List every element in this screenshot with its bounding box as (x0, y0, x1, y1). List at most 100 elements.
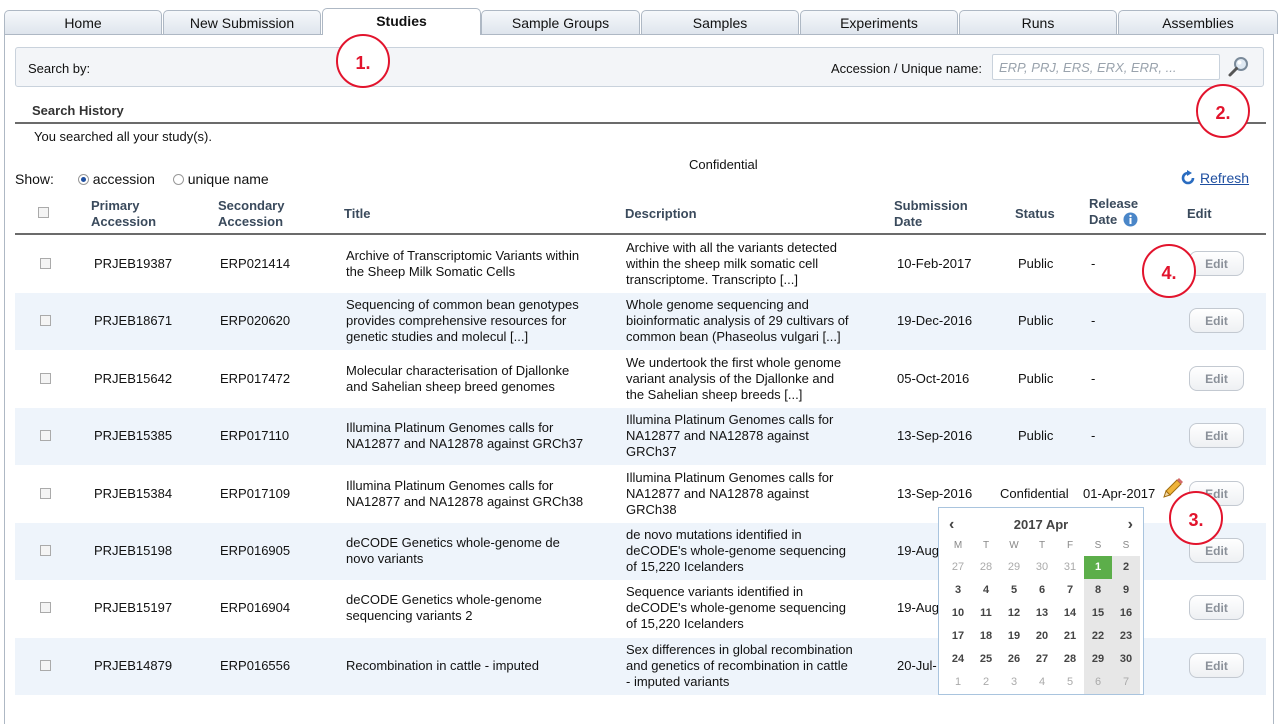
radio-unique-name-label: unique name (187, 171, 269, 187)
row-checkbox[interactable] (40, 660, 51, 671)
col-secondary-accession[interactable]: Secondary Accession (218, 198, 284, 230)
tab-experiments[interactable]: Experiments (800, 10, 958, 34)
calendar-day[interactable]: 30 (1112, 648, 1140, 671)
confidential-label: Confidential (689, 157, 758, 172)
search-history-text: You searched all your study(s). (34, 129, 213, 144)
annotation-2: 2. (1196, 84, 1250, 138)
col-title[interactable]: Title (344, 206, 371, 222)
release-date[interactable]: 01-Apr-2017 (1083, 486, 1155, 502)
calendar-weekday: W (1009, 540, 1019, 551)
submission-date: 20-Jul- (897, 658, 937, 673)
calendar-day[interactable]: 27 (944, 556, 972, 579)
row-checkbox[interactable] (40, 258, 51, 269)
col-description[interactable]: Description (625, 206, 697, 222)
row-checkbox[interactable] (40, 602, 51, 613)
status-value: Public (1018, 371, 1054, 386)
calendar-day[interactable]: 9 (1112, 579, 1140, 602)
calendar-day[interactable]: 17 (944, 625, 972, 648)
calendar-day[interactable]: 5 (1000, 579, 1028, 602)
calendar-day[interactable]: 27 (1028, 648, 1056, 671)
edit-button[interactable]: Edit (1189, 308, 1244, 333)
calendar-day[interactable]: 13 (1028, 602, 1056, 625)
calendar-day[interactable]: 19 (1000, 625, 1028, 648)
submission-date: 19-Aug (897, 600, 939, 615)
calendar-day[interactable]: 1 (1084, 556, 1112, 579)
calendar-day[interactable]: 28 (1056, 648, 1084, 671)
primary-accession: PRJEB14879 (94, 658, 173, 673)
col-status[interactable]: Status (1015, 206, 1055, 222)
calendar-day[interactable]: 18 (972, 625, 1000, 648)
edit-button[interactable]: Edit (1189, 251, 1244, 276)
calendar-day[interactable]: 7 (1056, 579, 1084, 602)
calendar-day[interactable]: 11 (972, 602, 1000, 625)
calendar-day[interactable]: 10 (944, 602, 972, 625)
calendar-day[interactable]: 29 (1084, 648, 1112, 671)
primary-accession: PRJEB15198 (94, 543, 173, 558)
calendar-day[interactable]: 29 (1000, 556, 1028, 579)
tab-assemblies[interactable]: Assemblies (1118, 10, 1278, 34)
row-checkbox[interactable] (40, 315, 51, 326)
radio-unique-name[interactable] (172, 173, 184, 185)
tab-new-submission[interactable]: New Submission (163, 10, 321, 34)
edit-button[interactable]: Edit (1189, 423, 1244, 448)
calendar-next-button[interactable]: › (1128, 516, 1133, 534)
calendar-day[interactable]: 3 (1000, 671, 1028, 694)
row-checkbox[interactable] (40, 545, 51, 556)
calendar-day[interactable]: 12 (1000, 602, 1028, 625)
select-all-checkbox[interactable] (38, 207, 49, 218)
calendar-day[interactable]: 3 (944, 579, 972, 602)
calendar-day[interactable]: 20 (1028, 625, 1056, 648)
calendar-day[interactable]: 15 (1084, 602, 1112, 625)
calendar-day[interactable]: 23 (1112, 625, 1140, 648)
submission-date: 19-Aug (897, 543, 939, 558)
edit-button[interactable]: Edit (1189, 595, 1244, 620)
calendar-day[interactable]: 14 (1056, 602, 1084, 625)
col-release-date[interactable]: Release Date (1089, 196, 1138, 228)
tab-home[interactable]: Home (4, 10, 162, 34)
calendar-day[interactable]: 7 (1112, 671, 1140, 694)
radio-accession[interactable] (77, 173, 89, 185)
calendar-day[interactable]: 5 (1056, 671, 1084, 694)
edit-button[interactable]: Edit (1189, 366, 1244, 391)
edit-button[interactable]: Edit (1189, 653, 1244, 678)
secondary-accession: ERP017109 (220, 486, 291, 501)
show-label: Show: (15, 171, 54, 187)
calendar-day[interactable]: 28 (972, 556, 1000, 579)
info-icon[interactable] (1123, 212, 1138, 227)
row-checkbox[interactable] (40, 430, 51, 441)
calendar-day[interactable]: 22 (1084, 625, 1112, 648)
search-input[interactable] (992, 54, 1220, 80)
calendar-day[interactable]: 24 (944, 648, 972, 671)
calendar-day[interactable]: 1 (944, 671, 972, 694)
tab-samples[interactable]: Samples (641, 10, 799, 34)
row-checkbox[interactable] (40, 373, 51, 384)
study-description: Sex differences in global recombination a… (626, 642, 853, 689)
calendar-day[interactable]: 16 (1112, 602, 1140, 625)
status-value: Confidential (1000, 486, 1069, 501)
submission-date: 05-Oct-2016 (897, 371, 970, 386)
calendar-day[interactable]: 2 (1112, 556, 1140, 579)
col-submission-date[interactable]: Submission Date (894, 198, 968, 230)
calendar-day[interactable]: 21 (1056, 625, 1084, 648)
tab-sample-groups[interactable]: Sample Groups (481, 10, 640, 34)
magnifier-icon[interactable] (1227, 55, 1251, 79)
calendar-weekday: M (953, 540, 963, 551)
search-history-title: Search History (32, 103, 124, 118)
tab-studies[interactable]: Studies (322, 8, 481, 35)
calendar-day[interactable]: 30 (1028, 556, 1056, 579)
calendar-day[interactable]: 6 (1028, 579, 1056, 602)
row-checkbox[interactable] (40, 488, 51, 499)
primary-accession: PRJEB15197 (94, 600, 173, 615)
calendar-day[interactable]: 26 (1000, 648, 1028, 671)
calendar-day[interactable]: 2 (972, 671, 1000, 694)
tab-runs[interactable]: Runs (959, 10, 1117, 34)
calendar-day[interactable]: 4 (972, 579, 1000, 602)
calendar-day[interactable]: 4 (1028, 671, 1056, 694)
refresh-link[interactable]: Refresh (1180, 170, 1249, 186)
col-primary-accession[interactable]: Primary Accession (91, 198, 156, 230)
calendar-day[interactable]: 25 (972, 648, 1000, 671)
calendar-day[interactable]: 6 (1084, 671, 1112, 694)
calendar-day[interactable]: 31 (1056, 556, 1084, 579)
annotation-3: 3. (1169, 491, 1223, 545)
calendar-day[interactable]: 8 (1084, 579, 1112, 602)
